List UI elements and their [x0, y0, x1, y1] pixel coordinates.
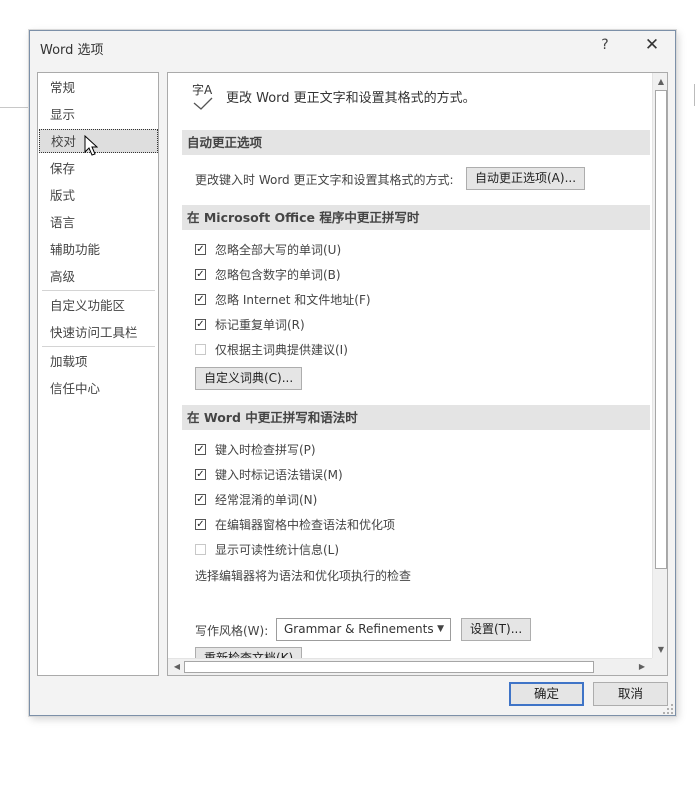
- horizontal-scroll-thumb[interactable]: [184, 661, 594, 673]
- editor-checks-note: 选择编辑器将为语法和优化项执行的检查: [195, 569, 412, 583]
- scroll-right-arrow-icon[interactable]: ▶: [635, 660, 649, 674]
- vertical-scroll-thumb[interactable]: [655, 90, 667, 569]
- section-word-spelling: 在 Word 中更正拼写和语法时: [182, 405, 650, 430]
- nav-separator: [42, 290, 155, 291]
- nav-item-display[interactable]: 显示: [39, 103, 158, 127]
- category-nav: 常规 显示 校对 保存 版式 语言 辅助功能 高级 自定义功能区 快速访问工具栏…: [37, 72, 159, 676]
- autocorrect-options-button[interactable]: 自动更正选项(A)...: [466, 167, 586, 190]
- abc-check-icon: 字A: [192, 81, 218, 111]
- close-icon[interactable]: ✕: [642, 35, 662, 57]
- checkbox[interactable]: ✓: [195, 494, 206, 505]
- scrollbar-corner: [652, 658, 667, 675]
- dialog-title: Word 选项: [40, 43, 104, 58]
- checkmark-icon: [193, 97, 213, 110]
- nav-item-proofing[interactable]: 校对: [39, 129, 158, 153]
- dropdown-arrow-icon: ▼: [437, 624, 444, 634]
- scroll-down-arrow-icon[interactable]: ▼: [654, 643, 667, 657]
- checkbox[interactable]: ✓: [195, 294, 206, 305]
- checkbox[interactable]: ✓: [195, 244, 206, 255]
- nav-item-trust-center[interactable]: 信任中心: [39, 377, 158, 401]
- checkbox[interactable]: [195, 544, 206, 555]
- writing-style-label: 写作风格(W):: [195, 624, 269, 638]
- scroll-left-arrow-icon[interactable]: ◀: [170, 660, 184, 674]
- nav-item-quick-access-toolbar[interactable]: 快速访问工具栏: [39, 321, 158, 345]
- custom-dictionaries-button[interactable]: 自定义词典(C)...: [195, 367, 303, 390]
- horizontal-scrollbar[interactable]: ◀ ▶: [168, 658, 652, 675]
- checkbox[interactable]: ✓: [195, 319, 206, 330]
- nav-item-language[interactable]: 语言: [39, 211, 158, 235]
- background-line: [0, 107, 30, 108]
- page-description: 更改 Word 更正文字和设置其格式的方式。: [226, 91, 476, 106]
- section-office-spelling: 在 Microsoft Office 程序中更正拼写时: [182, 205, 650, 230]
- nav-item-layout[interactable]: 版式: [39, 184, 158, 208]
- nav-item-save[interactable]: 保存: [39, 157, 158, 181]
- cancel-button[interactable]: 取消: [593, 682, 668, 706]
- nav-item-general[interactable]: 常规: [39, 76, 158, 100]
- autocorrect-description: 更改键入时 Word 更正文字和设置其格式的方式:: [195, 173, 454, 187]
- nav-item-customize-ribbon[interactable]: 自定义功能区: [39, 294, 158, 318]
- checkbox[interactable]: ✓: [195, 269, 206, 280]
- proofing-panel: 字A 更改 Word 更正文字和设置其格式的方式。 自动更正选项 更改键入时 W…: [167, 72, 668, 676]
- settings-button[interactable]: 设置(T)...: [461, 618, 532, 641]
- nav-separator: [42, 346, 155, 347]
- checkbox[interactable]: [195, 344, 206, 355]
- section-autocorrect: 自动更正选项: [182, 130, 650, 155]
- nav-item-add-ins[interactable]: 加载项: [39, 350, 158, 374]
- vertical-scrollbar[interactable]: ▲ ▼: [652, 73, 667, 675]
- checkbox[interactable]: ✓: [195, 469, 206, 480]
- resize-grip-icon[interactable]: [663, 704, 673, 714]
- ok-button[interactable]: 确定: [509, 682, 584, 706]
- scroll-up-arrow-icon[interactable]: ▲: [654, 75, 667, 89]
- checkbox[interactable]: ✓: [195, 519, 206, 530]
- background-edge: [694, 84, 700, 106]
- nav-item-accessibility[interactable]: 辅助功能: [39, 238, 158, 262]
- writing-style-select[interactable]: Grammar & Refinements ▼: [276, 618, 451, 641]
- word-options-dialog: Word 选项 ? ✕ 常规 显示 校对 保存 版式 语言 辅助功能 高级 自定…: [29, 30, 676, 716]
- mouse-cursor-icon: [84, 135, 98, 156]
- help-icon[interactable]: ?: [598, 37, 612, 55]
- nav-item-advanced[interactable]: 高级: [39, 265, 158, 289]
- checkbox[interactable]: ✓: [195, 444, 206, 455]
